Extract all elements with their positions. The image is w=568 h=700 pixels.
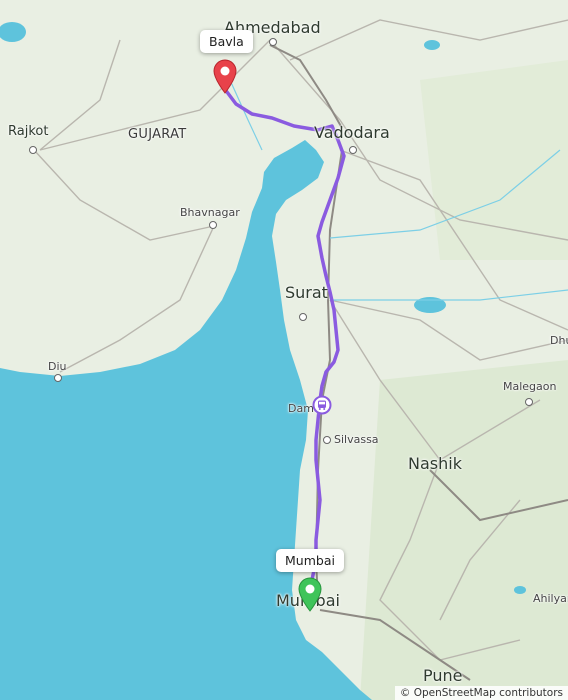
city-label-ahilyanagar: Ahilyar bbox=[533, 592, 568, 605]
city-label-malegaon: Malegaon bbox=[503, 380, 557, 393]
city-label-silvassa: Silvassa bbox=[334, 433, 379, 446]
map-canvas[interactable]: Ahmedabad Rajkot GUJARAT Vadodara Bhavna… bbox=[0, 0, 568, 700]
town-dot-surat bbox=[299, 313, 307, 321]
town-dot-vadodara bbox=[349, 146, 357, 154]
city-label-bhavnagar: Bhavnagar bbox=[180, 206, 240, 219]
city-label-diu: Diu bbox=[48, 360, 67, 373]
region-label-gujarat: GUJARAT bbox=[128, 127, 187, 142]
city-label-vadodara: Vadodara bbox=[314, 123, 390, 142]
bus-icon[interactable] bbox=[312, 395, 332, 415]
destination-callout: Mumbai bbox=[276, 549, 344, 572]
town-dot-malegaon bbox=[525, 398, 533, 406]
map-pin-icon[interactable] bbox=[297, 576, 323, 612]
origin-callout: Bavla bbox=[200, 30, 253, 53]
map-attribution[interactable]: © OpenStreetMap contributors bbox=[394, 686, 568, 700]
map-pin-icon[interactable] bbox=[212, 58, 238, 94]
city-label-pune: Pune bbox=[423, 666, 463, 685]
city-label-surat: Surat bbox=[285, 283, 328, 302]
city-label-dhule: Dhu bbox=[550, 334, 568, 347]
city-label-nashik: Nashik bbox=[408, 454, 462, 473]
city-label-rajkot: Rajkot bbox=[8, 124, 49, 139]
town-dot-silvassa bbox=[323, 436, 331, 444]
town-dot-diu bbox=[54, 374, 62, 382]
town-dot-bhavnagar bbox=[209, 221, 217, 229]
town-dot-ahmedabad bbox=[269, 38, 277, 46]
town-dot-rajkot bbox=[29, 146, 37, 154]
